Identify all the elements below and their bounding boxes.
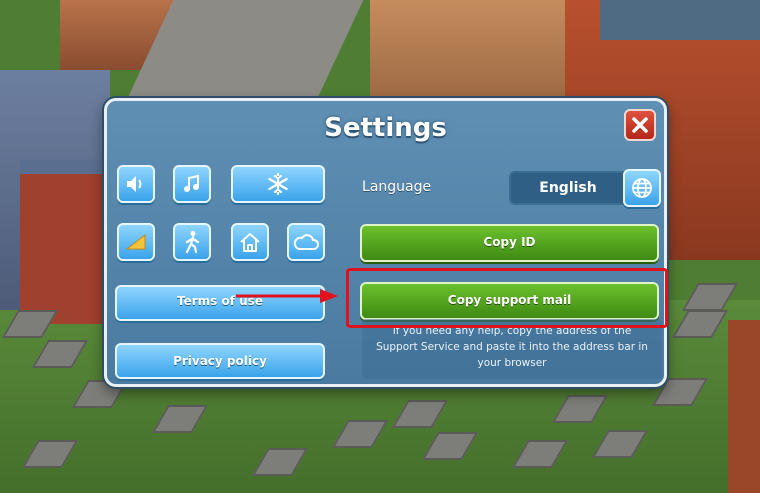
- close-x-icon: [632, 117, 648, 133]
- support-help-text: If you need any help, copy the address o…: [362, 319, 662, 379]
- building-tower-bottom-right: [728, 320, 760, 493]
- graphics-quality-toggle-button[interactable]: [117, 223, 155, 261]
- language-globe-button[interactable]: [623, 169, 661, 207]
- language-selector[interactable]: English: [509, 171, 627, 205]
- highlight-frame: [346, 268, 668, 328]
- walkers-toggle-button[interactable]: [173, 223, 211, 261]
- privacy-policy-label: Privacy policy: [173, 354, 267, 368]
- globe-icon: [632, 178, 652, 198]
- cloud-icon: [293, 234, 319, 250]
- speaker-icon: [127, 176, 142, 192]
- settings-dialog: Settings Terms of use Privacy policy Lan…: [104, 98, 667, 387]
- building-red-hall: [20, 160, 110, 324]
- copy-id-label: Copy ID: [483, 235, 536, 249]
- snowflake-icon: [268, 172, 288, 196]
- sound-toggle-button[interactable]: [117, 165, 155, 203]
- quality-wedge-icon: [125, 233, 146, 250]
- building-castle-top: [370, 0, 570, 98]
- language-value: English: [539, 180, 597, 196]
- buildings-toggle-button[interactable]: [231, 223, 269, 261]
- music-note-icon: [184, 174, 199, 192]
- close-button[interactable]: [624, 109, 656, 141]
- dialog-title: Settings: [324, 113, 447, 143]
- copy-id-button[interactable]: Copy ID: [360, 224, 659, 262]
- building-castle-roof: [600, 0, 760, 40]
- pointer-arrow-icon: [236, 289, 338, 303]
- privacy-policy-button[interactable]: Privacy policy: [115, 343, 325, 379]
- language-label: Language: [362, 179, 432, 195]
- cloud-toggle-button[interactable]: [287, 223, 325, 261]
- music-toggle-button[interactable]: [173, 165, 211, 203]
- house-icon: [240, 233, 260, 252]
- snow-toggle-button[interactable]: [231, 165, 325, 203]
- walking-person-icon: [185, 231, 200, 254]
